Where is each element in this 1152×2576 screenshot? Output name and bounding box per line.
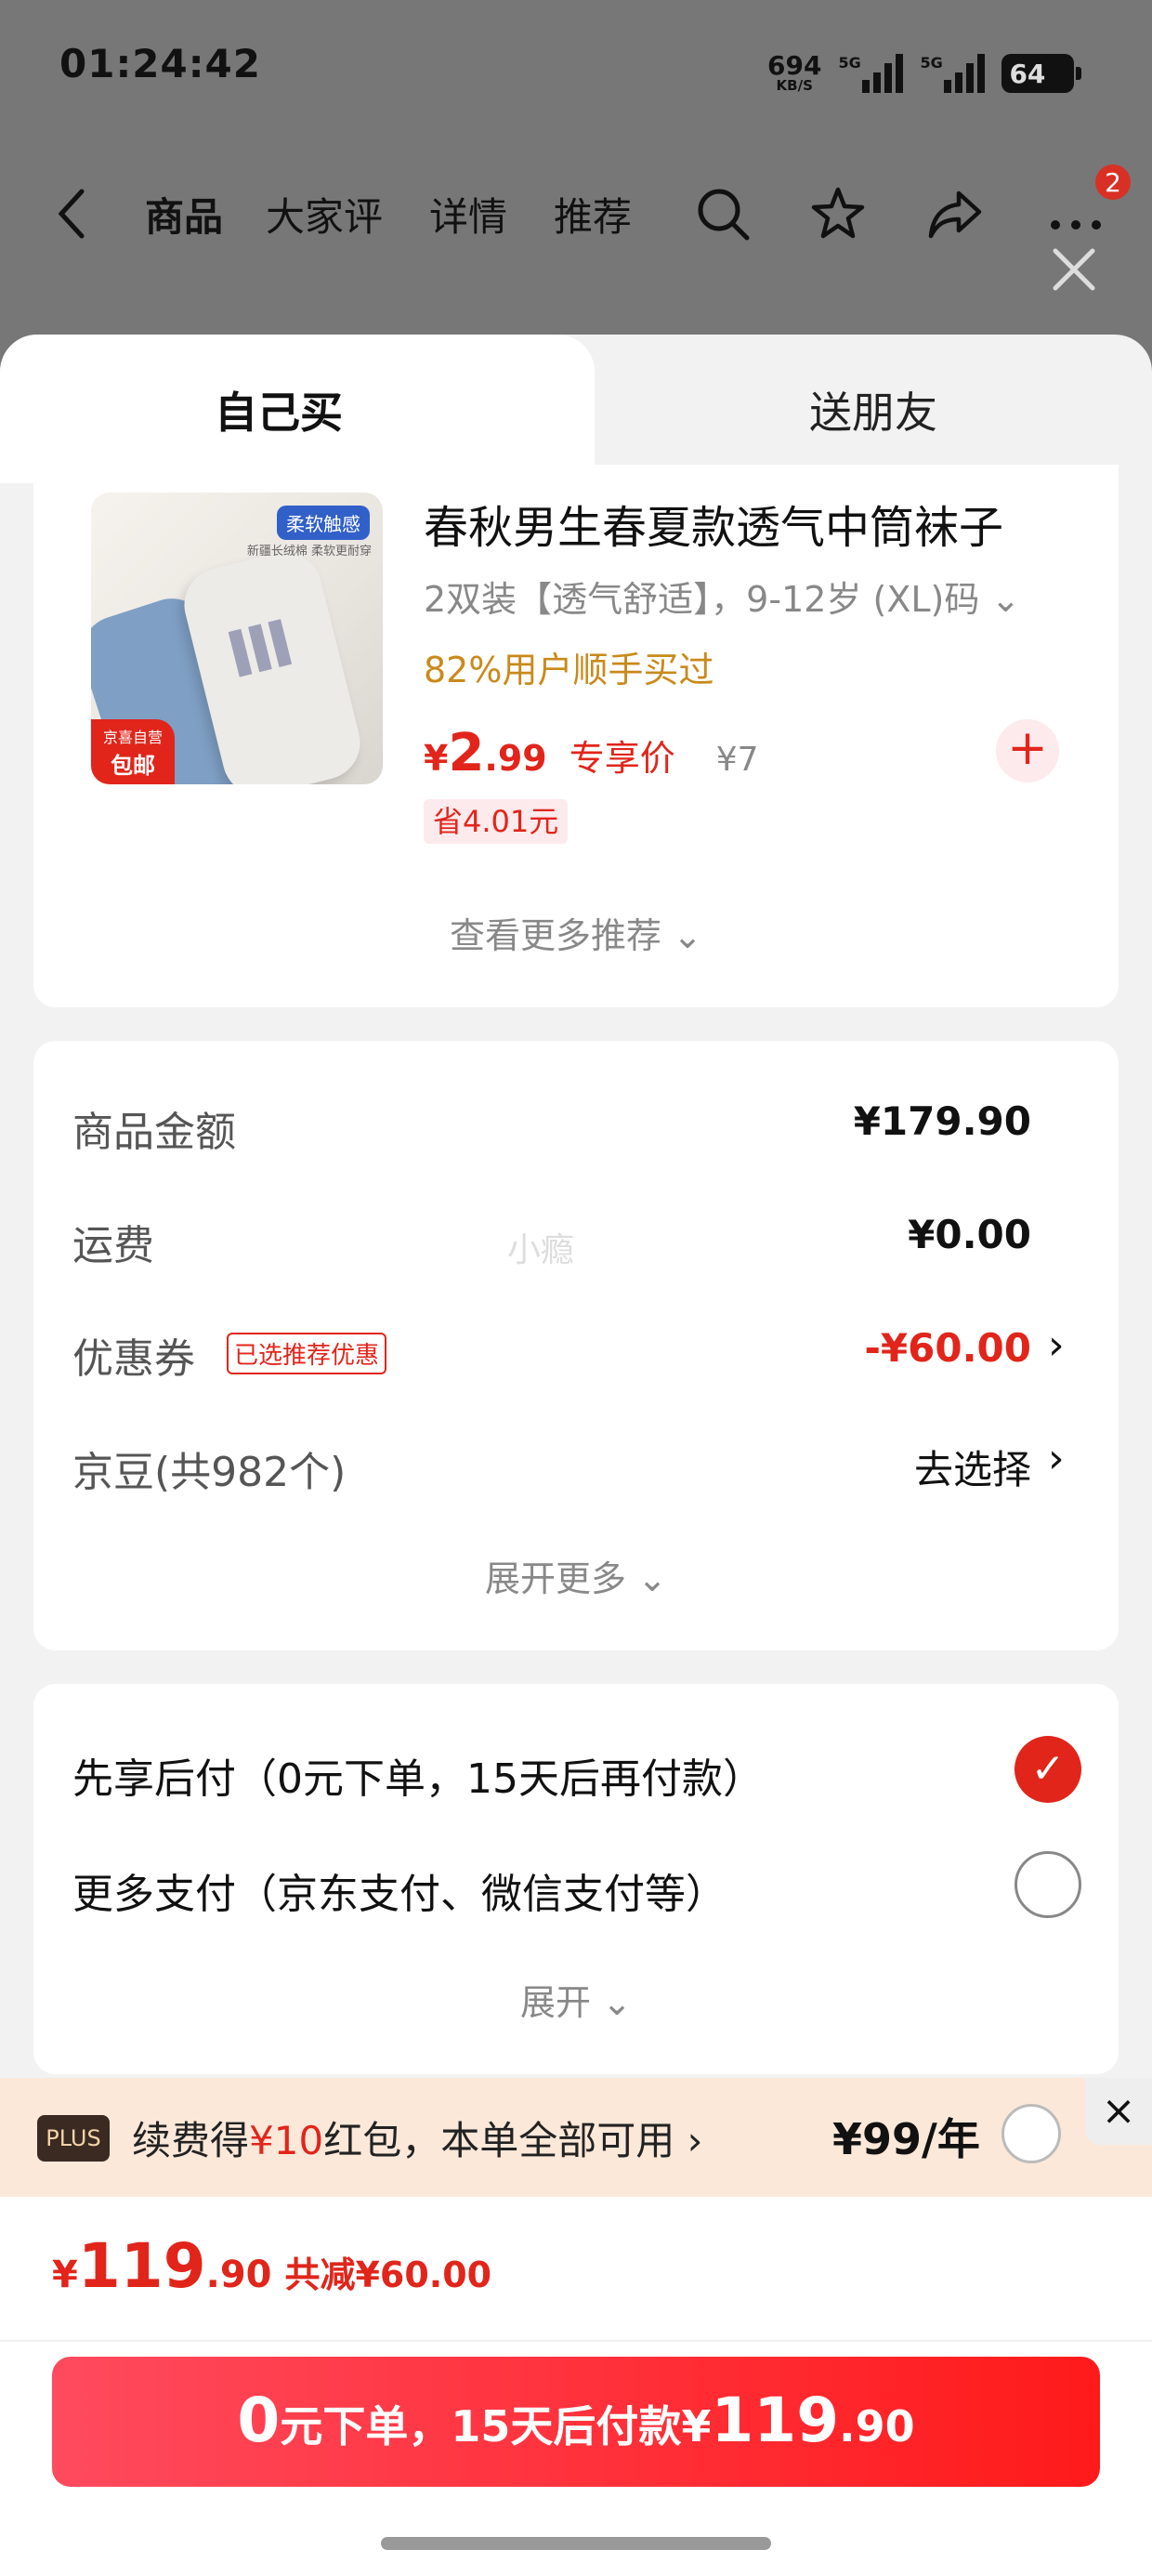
tab-gift-friend-label[interactable]: 送朋友 [595,379,1152,440]
jd-beans-label: 京豆(共982个) [72,1449,347,1496]
chevron-right-icon: › [687,2118,703,2163]
image-sub-tag: 新疆长绒棉 柔软更耐穿 [246,545,372,559]
product-nav-bar: 商品 大家评 详情 推荐 [0,167,1152,251]
tab-details[interactable]: 详情 [429,186,507,243]
more-pay-option[interactable]: 更多支付（京东支付、微信支付等） [72,1860,727,1920]
chevron-down-icon: ⌄ [602,1982,632,2023]
original-price: ¥7 [715,741,759,779]
footer-divider [0,2340,1152,2342]
product-bought-rate: 82%用户顺手买过 [424,650,714,690]
shipping-label: 运费 [72,1222,154,1269]
product-price-row: ¥2.99 专享价 ¥7 [424,723,759,783]
close-icon[interactable]: × [1085,2078,1152,2145]
signal-2-label: 5G [920,54,943,72]
status-time: 01:24:42 [59,41,261,86]
close-icon[interactable] [1048,243,1100,296]
net-speed-unit: KB/S [776,77,813,94]
total-price: ¥119.90 共减¥60.00 [52,2230,492,2302]
net-speed-value: 694 [767,50,822,81]
battery-icon: 64 [1001,54,1082,93]
chevron-right-icon[interactable]: › [1048,1321,1065,1369]
jd-beans-select[interactable]: 去选择 [743,1439,1031,1495]
coupon-recommended-tag: 已选推荐优惠 [227,1333,387,1374]
message-count-badge: 2 [1093,162,1133,203]
chevron-down-icon: ⌄ [637,1558,667,1599]
jd-free-shipping-tag: 京喜自营 包邮 [91,719,175,784]
total-reduce: 共减¥60.00 [284,2254,492,2295]
home-indicator[interactable] [381,2537,771,2550]
plus-radio[interactable] [1001,2104,1061,2163]
watermark-text: 小瘾 [507,1231,575,1269]
expand-payment-button[interactable]: 展开 ⌄ [0,1974,1152,2025]
exclusive-price-label: 专享价 [569,738,675,779]
chevron-down-icon: ⌄ [673,915,702,956]
plus-logo: PLUS [37,2115,110,2162]
submit-order-button[interactable]: 0 元下单，15天后付款¥ 119.90 [52,2357,1100,2487]
product-image[interactable]: 柔软触感 新疆长绒棉 柔软更耐穿 京喜自营 包邮 [91,493,383,784]
signal-2-icon: 5G [920,54,986,93]
chevron-right-icon[interactable]: › [1048,1435,1065,1482]
plus-renew-text[interactable]: 续费得¥10红包，本单全部可用 › [132,2109,702,2166]
pay-later-option[interactable]: 先享后付（0元下单，15天后再付款） [72,1745,764,1805]
star-favorite-icon[interactable] [808,184,868,243]
status-icons: 694 KB/S 5G 5G 64 [767,39,1082,93]
search-icon[interactable] [693,184,753,243]
product-price: ¥2.99 [424,723,547,783]
net-speed: 694 KB/S [767,53,821,93]
share-icon[interactable] [925,184,985,243]
signal-1-label: 5G [838,54,861,72]
signal-1-icon: 5G [838,54,904,93]
back-arrow-icon[interactable] [45,184,104,243]
tab-reviews[interactable]: 大家评 [266,186,383,243]
tab-recommend[interactable]: 推荐 [554,186,632,243]
add-product-button[interactable]: + [996,719,1059,782]
coupon-value[interactable]: -¥60.00 [743,1325,1031,1371]
more-pay-radio[interactable] [1015,1851,1081,1918]
tab-buy-self-label[interactable]: 自己买 [0,379,557,440]
see-more-recommendations[interactable]: 查看更多推荐 ⌄ [0,907,1152,958]
chevron-down-icon: ⌄ [990,579,1021,620]
coupon-label: 优惠券 [72,1335,195,1383]
product-spec-selector[interactable]: 2双装【透气舒适】，9-12岁 (XL)码 ⌄ [424,571,1020,622]
pay-later-radio-checked[interactable]: ✓ [1015,1736,1081,1803]
goods-amount-value: ¥179.90 [853,1098,1031,1144]
goods-amount-label: 商品金额 [72,1109,236,1156]
jd-tag-bottom: 包邮 [111,752,155,779]
expand-more-button[interactable]: 展开更多 ⌄ [0,1550,1152,1601]
battery-level: 64 [1009,58,1046,89]
product-spec: 2双装【透气舒适】，9-12岁 (XL)码 [424,579,980,620]
product-title[interactable]: 春秋男生春夏款透气中筒袜子 [424,491,1003,556]
shipping-value: ¥0.00 [908,1212,1031,1257]
plus-price: ¥99/年 [832,2114,980,2164]
jd-tag-top: 京喜自营 [102,728,163,746]
image-soft-tag: 柔软触感 [277,506,370,540]
tab-product[interactable]: 商品 [145,186,223,243]
savings-badge: 省4.01元 [424,799,569,844]
